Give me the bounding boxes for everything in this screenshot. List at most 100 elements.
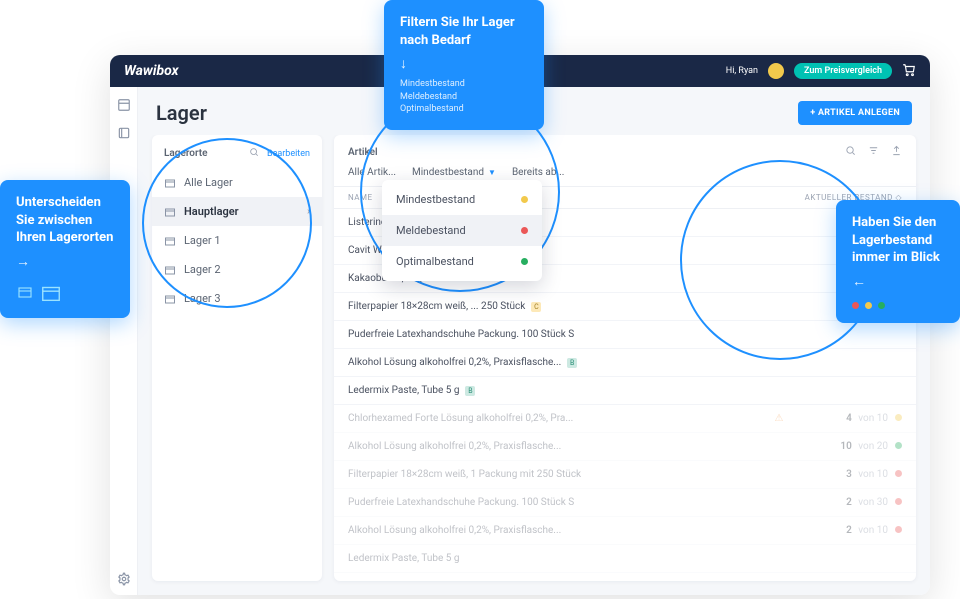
chevron-down-icon: ▼ [488,168,496,177]
dropdown-option[interactable]: Mindestbestand [382,184,542,215]
arrow-down-icon: ↓ [400,55,528,74]
stock-value: 4 von 10 [788,413,888,424]
rail-box-icon[interactable] [117,125,131,139]
article-row[interactable]: Ledermix Paste, Tube 5 g [334,545,916,573]
dropdown-option[interactable]: Meldebestand [382,215,542,246]
stock-value: 2 von 10 [788,525,888,536]
callout-sub: Meldebestand [400,91,528,104]
callout-text: Filtern Sie Ihr Lager nach Bedarf [400,14,528,49]
callout-text: Haben Sie den Lagerbestand immer im Blic… [852,214,944,267]
app-body: Lager + ARTIKEL ANLEGEN Lagerorte Bearbe… [110,87,930,595]
status-dot [895,470,902,477]
status-dot [895,442,902,449]
article-name: Alkohol Lösung alkoholfrei 0,2%, Praxisf… [348,525,770,536]
settings-icon[interactable] [117,571,131,585]
arrow-left-icon: ← [852,273,944,292]
greeting: Hi, Ryan [726,66,758,76]
rail-dashboard-icon[interactable] [117,97,131,111]
badge-c: C [531,302,541,312]
arrow-right-icon: → [16,253,114,272]
badge-b: B [465,386,475,396]
article-name: Puderfreie Latexhandschuhe Packung. 100 … [348,329,770,340]
article-row[interactable]: Filterpapier 18×28cm weiß, ... 250 Stück… [334,293,916,321]
search-icon[interactable] [249,147,259,160]
article-row[interactable]: Alkohol Lösung alkoholfrei 0,2%, Praxisf… [334,349,916,377]
location-label: Hauptlager [184,205,239,218]
create-article-button[interactable]: + ARTIKEL ANLEGEN [798,101,912,125]
locations-header: Lagerorte Bearbeiten [152,143,322,168]
export-icon[interactable] [891,145,902,159]
filter-mindestbestand[interactable]: Mindestbestand▼ [412,167,496,178]
location-item[interactable]: Hauptlager › [152,197,322,226]
status-dot-yellow [865,302,872,309]
callout-sub: Optimalbestand [400,103,528,116]
status-dot [895,526,902,533]
article-row[interactable]: Alkohol Lösung alkoholfrei 0,2%, Praxisf… [334,433,916,461]
status-col [888,441,902,452]
filter-all[interactable]: Alle Artik... [348,167,396,178]
option-label: Optimalbestand [396,255,474,268]
locations-title: Lagerorte [164,148,249,159]
option-label: Meldebestand [396,224,466,237]
article-name: Filterpapier 18×28cm weiß, 1 Packung mit… [348,469,770,480]
callout-stock: Haben Sie den Lagerbestand immer im Blic… [836,200,960,323]
app-window: Wawibox Hi, Ryan Zum Preisvergleich Lage… [110,55,930,595]
articles-title: Artikel [348,147,378,158]
article-name: Ledermix Paste, Tube 5 gB [348,385,770,396]
articles-header: Artikel [334,135,916,163]
warn-col: ⚠ [770,413,788,424]
status-dot [895,498,902,505]
filter-icon[interactable] [868,145,879,159]
edit-link[interactable]: Bearbeiten [267,149,310,159]
location-item[interactable]: Alle Lager [152,168,322,197]
status-dot [521,196,528,203]
article-name: Chlorhexamed Forte Lösung alkoholfrei 0,… [348,413,770,424]
search-icon[interactable] [845,145,856,159]
cart-icon[interactable] [902,63,916,80]
location-item[interactable]: Lager 3 [152,284,322,313]
filter-bereits[interactable]: Bereits ab... [512,167,564,178]
article-name: Filterpapier 18×28cm weiß, ... 250 Stück… [348,301,770,312]
article-row[interactable]: Chlorhexamed Forte Lösung alkoholfrei 0,… [334,405,916,433]
stock-value: 10 von 20 [788,441,888,452]
location-item[interactable]: Lager 2 [152,255,322,284]
status-col [888,525,902,536]
option-label: Mindestbestand [396,193,475,206]
status-dot [895,414,902,421]
status-col [888,413,902,424]
location-item[interactable]: Lager 1 [152,226,322,255]
location-label: Alle Lager [184,176,233,189]
article-row[interactable]: Ledermix Paste, Tube 5 gB [334,377,916,405]
callout-text: Unterscheiden Sie zwischen Ihren Lageror… [16,194,114,247]
article-name: Puderfreie Latexhandschuhe Packung. 100 … [348,497,770,508]
location-label: Lager 2 [184,263,221,276]
callout-filter: Filtern Sie Ihr Lager nach Bedarf ↓ Mind… [384,0,544,130]
callout-locations: Unterscheiden Sie zwischen Ihren Lageror… [0,180,130,318]
location-label: Lager 3 [184,292,221,305]
status-dot [521,227,528,234]
badge-b: B [567,358,577,368]
article-row[interactable]: Filterpapier 18×28cm weiß, 1 Packung mit… [334,461,916,489]
stock-value: 3 von 10 [788,469,888,480]
chevron-right-icon: › [307,206,310,217]
article-name: Ledermix Paste, Tube 5 g [348,553,770,564]
article-tools [845,145,902,159]
avatar[interactable] [768,63,784,79]
compare-button[interactable]: Zum Preisvergleich [794,63,892,79]
mindestbestand-dropdown[interactable]: Mindestbestand Meldebestand Optimalbestand [382,180,542,281]
status-dot-green [878,302,885,309]
nav-rail [110,87,138,595]
callout-sub: Mindestbestand [400,78,528,91]
stock-value: 2 von 30 [788,497,888,508]
article-row[interactable]: Puderfreie Latexhandschuhe Packung. 100 … [334,321,916,349]
dropdown-option[interactable]: Optimalbestand [382,246,542,277]
status-dot-red [852,302,859,309]
article-name: Alkohol Lösung alkoholfrei 0,2%, Praxisf… [348,357,770,368]
locations-panel: Lagerorte Bearbeiten Alle Lager Hauptlage… [152,135,322,581]
location-label: Lager 1 [184,234,221,247]
content: Lager + ARTIKEL ANLEGEN Lagerorte Bearbe… [138,87,930,595]
article-name: Alkohol Lösung alkoholfrei 0,2%, Praxisf… [348,441,770,452]
article-row[interactable]: Alkohol Lösung alkoholfrei 0,2%, Praxisf… [334,517,916,545]
status-dot [521,258,528,265]
article-row[interactable]: Puderfreie Latexhandschuhe Packung. 100 … [334,489,916,517]
